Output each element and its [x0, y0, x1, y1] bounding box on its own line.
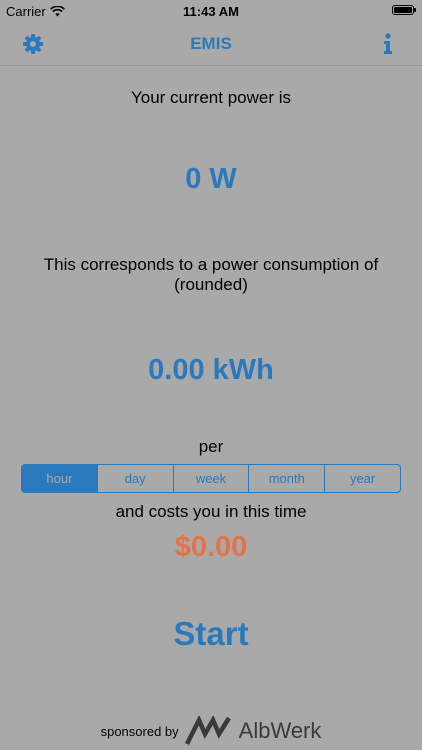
start-button[interactable]: Start: [0, 615, 422, 653]
period-year[interactable]: year: [324, 465, 400, 492]
consumption-label-line2: (rounded): [174, 275, 248, 294]
status-time: 11:43 AM: [183, 4, 239, 19]
albwerk-logo-text: AlbWerk: [238, 718, 322, 743]
cost-value: $0.00: [174, 531, 248, 563]
period-hour[interactable]: hour: [22, 465, 97, 492]
per-label: per: [198, 437, 224, 456]
power-label: Your current power is: [130, 88, 291, 107]
cost-label: and costs you in this time: [115, 502, 307, 521]
info-button[interactable]: [376, 32, 400, 56]
period-week[interactable]: week: [172, 465, 249, 492]
battery-icon: [392, 5, 416, 15]
period-month[interactable]: month: [248, 465, 324, 492]
status-bar: Carrier 11:43 AM: [0, 0, 422, 22]
sponsored-by-label: sponsored by: [100, 723, 179, 739]
albwerk-logo: AlbWerk: [184, 716, 322, 746]
page-title: EMIS: [190, 34, 232, 53]
period-day[interactable]: day: [96, 465, 173, 492]
albwerk-logo-mark-icon: [184, 716, 231, 746]
period-selector: hour day week month year: [21, 464, 401, 493]
navigation-bar: EMIS: [0, 22, 422, 66]
sponsor-footer: sponsored by AlbWerk: [0, 714, 422, 748]
consumption-value: 0.00 kWh: [148, 354, 274, 386]
power-value: 0 W: [185, 163, 237, 195]
info-icon: [384, 33, 392, 54]
consumption-label-line1: This corresponds to a power consumption …: [43, 255, 379, 274]
